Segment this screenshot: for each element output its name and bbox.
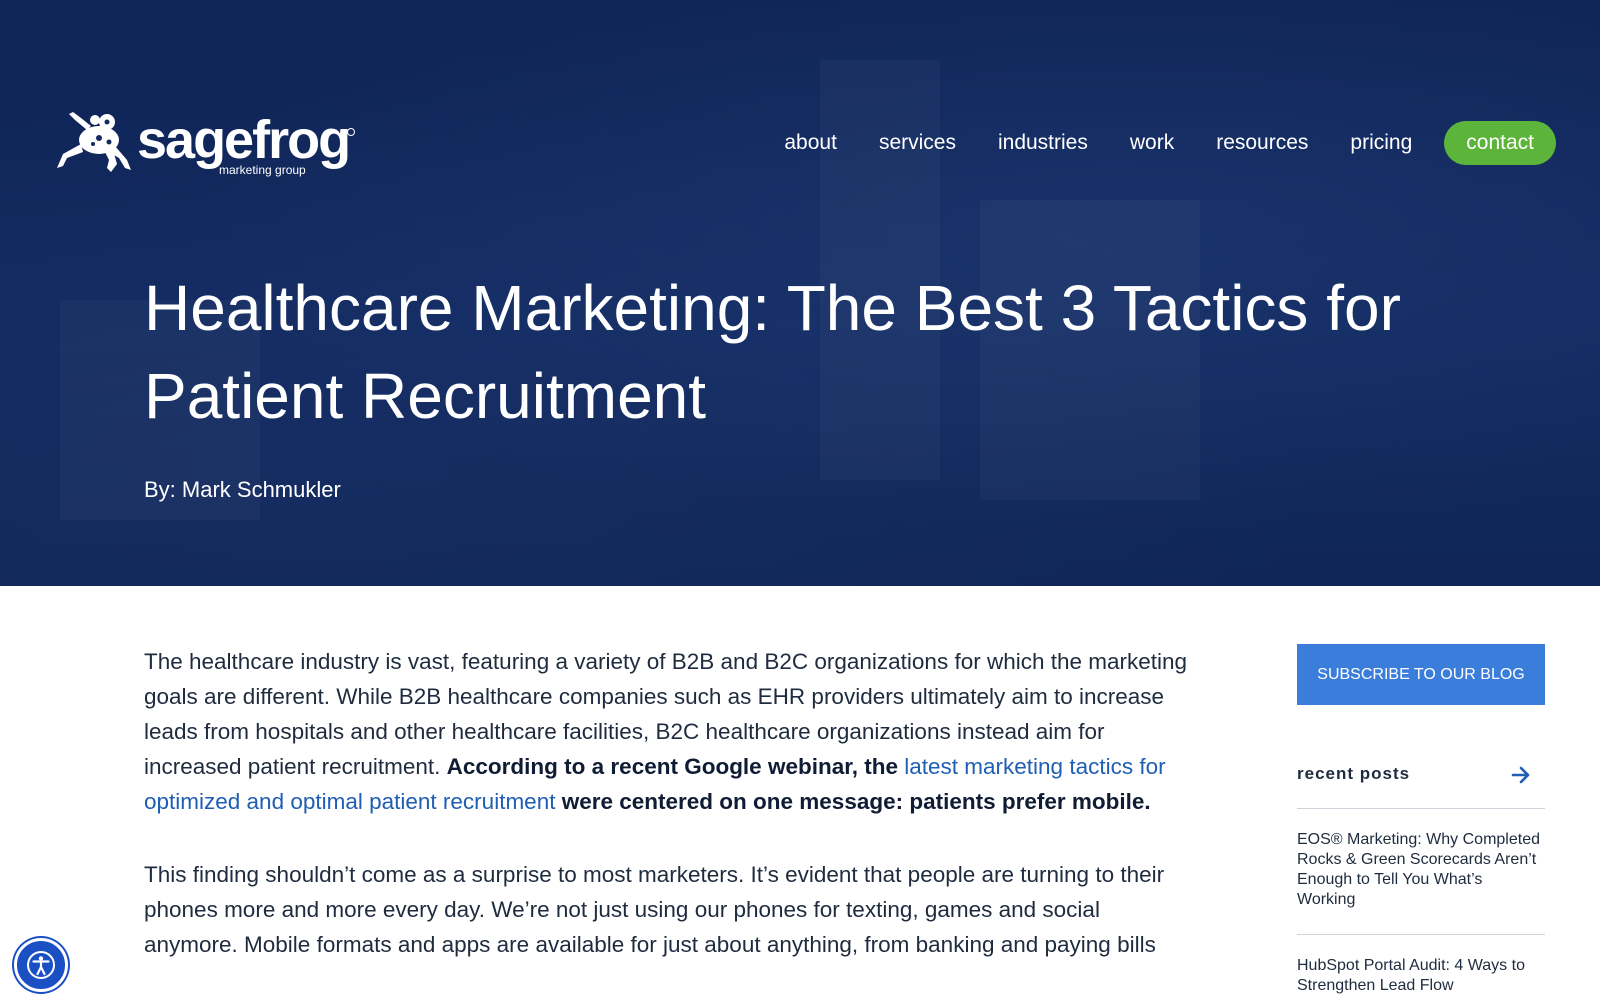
- registered-mark-icon: [347, 128, 355, 136]
- nav-work[interactable]: work: [1130, 121, 1174, 165]
- hero-banner: sagefrog marketing group about services …: [0, 0, 1600, 586]
- nav-resources[interactable]: resources: [1216, 121, 1308, 165]
- recent-posts-header: recent posts: [1297, 762, 1545, 809]
- recent-post-link[interactable]: EOS® Marketing: Why Completed Rocks & Gr…: [1297, 830, 1545, 910]
- accessibility-icon: [27, 951, 55, 979]
- brand-name: sagefrog: [137, 110, 351, 170]
- article-paragraph: This finding shouldn’t come as a surpris…: [144, 862, 1165, 957]
- subscribe-button[interactable]: SUBSCRIBE TO OUR BLOG: [1297, 644, 1545, 705]
- nav-services[interactable]: services: [879, 121, 956, 165]
- frog-logo-icon: [57, 112, 131, 172]
- nav-industries[interactable]: industries: [998, 121, 1088, 165]
- bold-text: According to a recent Google webinar, th…: [446, 754, 905, 779]
- article-body: The healthcare industry is vast, featuri…: [144, 644, 1194, 1000]
- author-byline: By: Mark Schmukler: [144, 477, 341, 502]
- divider: [1297, 934, 1545, 935]
- main-nav: about services industries work resources…: [742, 121, 1556, 165]
- contact-button[interactable]: contact: [1444, 121, 1556, 165]
- bold-text: were centered on one message: patients p…: [555, 789, 1151, 814]
- arrow-right-icon[interactable]: [1511, 766, 1531, 784]
- recent-posts-title: recent posts: [1297, 764, 1411, 783]
- nav-pricing[interactable]: pricing: [1350, 121, 1412, 165]
- accessibility-button[interactable]: [14, 938, 68, 992]
- page-title: Healthcare Marketing: The Best 3 Tactics…: [144, 272, 1401, 432]
- article-paragraph: The healthcare industry is vast, featuri…: [144, 644, 1194, 819]
- site-logo[interactable]: sagefrog marketing group: [55, 108, 355, 180]
- nav-about[interactable]: about: [784, 121, 837, 165]
- recent-post-link[interactable]: HubSpot Portal Audit: 4 Ways to Strength…: [1297, 956, 1545, 996]
- brand-tagline: marketing group: [219, 163, 306, 177]
